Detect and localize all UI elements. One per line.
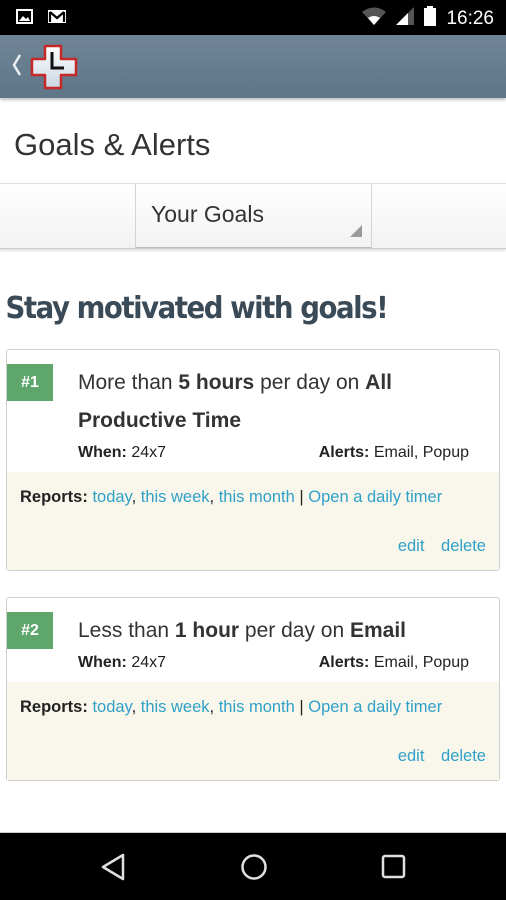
report-week-link[interactable]: this week (141, 488, 210, 506)
gmail-icon (47, 9, 67, 29)
open-daily-timer-link[interactable]: Open a daily timer (308, 488, 442, 506)
reports-label: Reports: (20, 698, 88, 716)
clock-time: 16:26 (446, 7, 494, 29)
goal-description: More than 5 hours per day on All Product… (78, 364, 485, 440)
goals-tab-bar: Your Goals (0, 183, 506, 249)
alerts-label: Alerts: (318, 654, 370, 671)
app-logo-icon[interactable] (30, 44, 78, 95)
system-nav-bar (0, 832, 506, 900)
goals-list: #1 More than 5 hours per day on All Prod… (0, 349, 506, 781)
goal-amount: 1 hour (174, 619, 240, 642)
goal-prefix: Less than (78, 619, 175, 642)
alerts-label: Alerts: (318, 444, 370, 461)
report-month-link[interactable]: this month (219, 488, 295, 506)
goal-rank-badge: #2 (7, 612, 53, 649)
goal-alerts: Alerts: Email, Popup (319, 444, 469, 462)
goal-reports: Reports: today, this week, this month | … (7, 472, 499, 570)
goal-alerts: Alerts: Email, Popup (319, 654, 469, 672)
goals-view-select[interactable]: Your Goals (135, 184, 372, 248)
edit-goal-link[interactable]: edit (398, 537, 425, 555)
goal-when: When: 24x7 (78, 444, 166, 462)
delete-goal-link[interactable]: delete (441, 747, 486, 765)
delete-goal-link[interactable]: delete (441, 537, 486, 555)
chevron-left-icon[interactable] (12, 53, 22, 84)
goal-reports: Reports: today, this week, this month | … (7, 682, 499, 780)
reports-label: Reports: (20, 488, 88, 506)
goal-when: When: 24x7 (78, 654, 166, 672)
separator: | (294, 488, 309, 506)
goal-card: #1 More than 5 hours per day on All Prod… (6, 349, 500, 571)
app-bar (0, 35, 506, 98)
goal-middle: per day on (239, 619, 350, 642)
separator: | (294, 698, 309, 716)
status-bar: 16:26 (0, 0, 506, 35)
when-label: When: (78, 654, 127, 671)
image-icon (16, 9, 33, 29)
wifi-icon (362, 7, 387, 30)
battery-icon (424, 6, 437, 31)
goal-description: Less than 1 hour per day on Email (78, 612, 485, 650)
goal-middle: per day on (254, 371, 366, 394)
signal-icon (396, 7, 415, 30)
back-triangle-icon[interactable] (100, 853, 126, 886)
report-month-link[interactable]: this month (219, 698, 295, 716)
goal-rank-badge: #1 (7, 364, 53, 401)
report-today-link[interactable]: today (92, 698, 131, 716)
goal-amount: 5 hours (178, 371, 255, 394)
alerts-value: Email, Popup (369, 654, 469, 671)
section-title: Stay motivated with goals! (5, 291, 389, 326)
dropdown-corner-icon (350, 225, 362, 237)
tab-left-empty (0, 184, 135, 248)
goal-card: #2 Less than 1 hour per day on Email Whe… (6, 597, 500, 781)
selected-view-label: Your Goals (151, 201, 264, 227)
goal-prefix: More than (78, 371, 179, 394)
home-circle-icon[interactable] (240, 853, 268, 886)
open-daily-timer-link[interactable]: Open a daily timer (308, 698, 442, 716)
report-today-link[interactable]: today (92, 488, 131, 506)
when-value: 24x7 (126, 444, 167, 461)
edit-goal-link[interactable]: edit (398, 747, 425, 765)
report-week-link[interactable]: this week (141, 698, 210, 716)
when-value: 24x7 (126, 654, 167, 671)
recents-square-icon[interactable] (381, 853, 407, 886)
when-label: When: (78, 444, 127, 461)
alerts-value: Email, Popup (369, 444, 469, 461)
goal-category: Email (349, 619, 407, 642)
tab-right-empty (372, 184, 506, 248)
page-title: Goals & Alerts (14, 127, 211, 162)
